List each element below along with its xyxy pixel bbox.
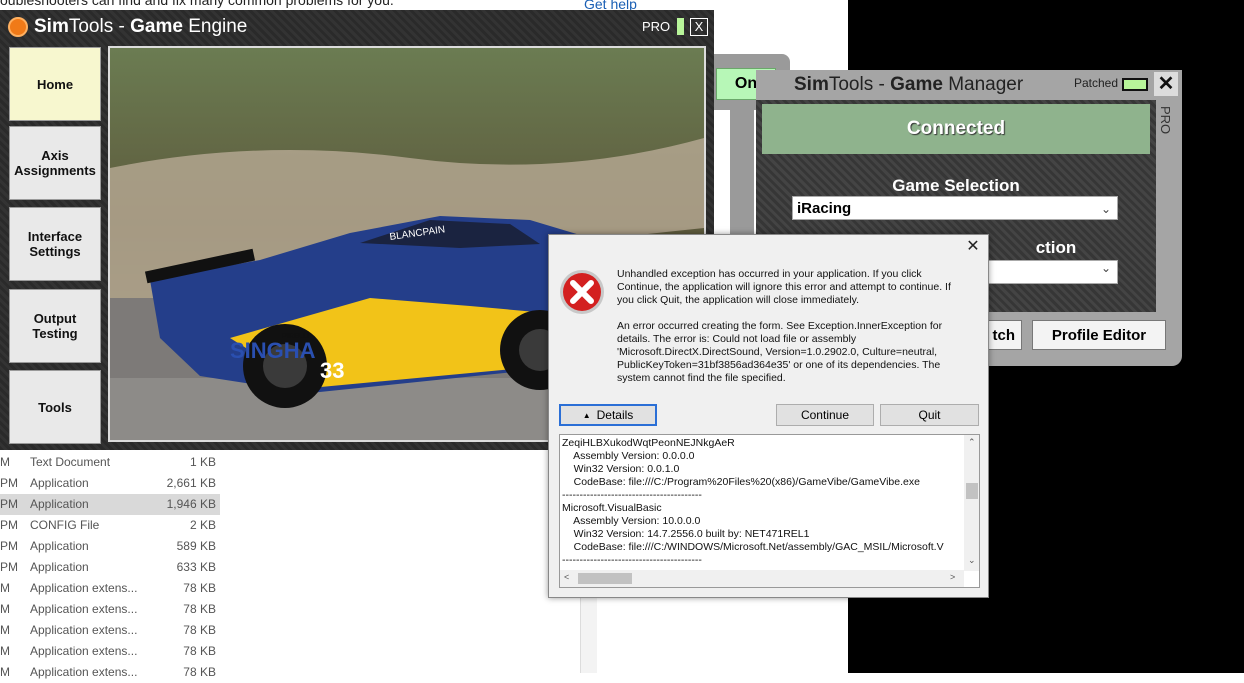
troubleshoot-text: oubleshooters can find and fix many comm… (0, 0, 394, 8)
photo-sponsor-text: SINGHA (230, 338, 316, 363)
caret-up-icon: ▲ (582, 410, 591, 420)
file-row[interactable]: PM Application 2,661 KB (0, 473, 220, 494)
file-size: 2 KB (189, 518, 216, 532)
file-type: Application (30, 539, 89, 553)
close-icon[interactable]: ✕ (1154, 72, 1178, 96)
file-time: M (0, 455, 10, 469)
game-manager-title: SimTools - Game Manager (794, 74, 1024, 95)
file-size: 633 KB (176, 560, 216, 574)
horizontal-scrollbar[interactable]: < > (560, 570, 964, 587)
file-type: Application extens... (30, 602, 138, 616)
file-type: Application (30, 476, 89, 490)
file-time: M (0, 665, 10, 679)
file-size: 78 KB (183, 665, 216, 679)
file-time: PM (0, 560, 18, 574)
file-row[interactable]: M Application extens... 78 KB (0, 620, 220, 641)
file-size: 78 KB (183, 623, 216, 637)
details-line: ---------------------------------------- (562, 554, 702, 566)
manager-stem (730, 110, 754, 240)
file-time: M (0, 581, 10, 595)
file-type: Application extens... (30, 665, 138, 679)
details-button[interactable]: ▲ Details (559, 404, 657, 426)
scroll-up-icon[interactable]: ⌃ (968, 437, 976, 448)
file-row[interactable]: M Application extens... 78 KB (0, 578, 220, 599)
scroll-left-icon[interactable]: < (564, 572, 569, 582)
file-time: PM (0, 476, 18, 490)
chevron-down-icon: ⌄ (1100, 261, 1111, 275)
photo-number-text: 33 (320, 358, 344, 383)
details-textbox[interactable]: ZeqiHLBXukodWqtPeonNEJNkgAeR Assembly Ve… (559, 434, 980, 588)
close-icon[interactable]: ✕ (963, 237, 983, 257)
file-size: 78 KB (183, 602, 216, 616)
file-row[interactable]: PM Application 589 KB (0, 536, 220, 557)
patched-label: Patched (1074, 76, 1119, 90)
file-time: M (0, 644, 10, 658)
file-row[interactable]: PM Application 1,946 KB (0, 494, 220, 515)
file-time: PM (0, 539, 18, 553)
file-size: 589 KB (176, 539, 216, 553)
output-testing-button[interactable]: Output Testing (9, 289, 101, 363)
details-line: ---------------------------------------- (562, 489, 702, 501)
details-line: Win32 Version: 0.0.1.0 (562, 463, 680, 475)
details-line: Microsoft.VisualBasic (562, 502, 662, 514)
file-size: 2,661 KB (166, 476, 216, 490)
game-select[interactable]: iRacing ⌄ (792, 196, 1118, 220)
file-type: Application (30, 560, 89, 574)
file-time: PM (0, 518, 18, 532)
scrollbar-thumb[interactable] (578, 573, 632, 584)
file-size: 78 KB (183, 644, 216, 658)
game-engine-title: SimTools - Game Engine (34, 16, 248, 37)
continue-button[interactable]: Continue (776, 404, 874, 426)
error-icon (559, 269, 605, 315)
scrollbar-thumb[interactable] (966, 483, 978, 499)
scroll-right-icon[interactable]: > (950, 572, 955, 582)
details-line: Assembly Version: 0.0.0.0 (562, 450, 695, 462)
file-size: 1 KB (189, 455, 216, 469)
exception-dialog: ✕ Unhandled exception has occurred in yo… (548, 234, 989, 598)
title-bar: SimTools - Game Engine PRO X (0, 10, 714, 44)
pro-side-label: PRO (1158, 106, 1173, 135)
profile-editor-button[interactable]: Profile Editor (1032, 320, 1166, 350)
details-line: Win32 Version: 14.7.2556.0 built by: NET… (562, 528, 810, 540)
file-time: PM (0, 497, 18, 511)
connected-status: Connected (762, 104, 1150, 154)
file-time: M (0, 623, 10, 637)
game-selection-label: Game Selection (892, 176, 1020, 195)
file-row[interactable]: M Application extens... 78 KB (0, 599, 220, 620)
file-row[interactable]: PM CONFIG File 2 KB (0, 515, 220, 536)
details-line: ZeqiHLBXukodWqtPeonNEJNkgAeR (562, 437, 735, 449)
scroll-down-icon[interactable]: ⌄ (968, 555, 976, 566)
photo-tyre-text: PIRELLI (282, 333, 309, 340)
interface-settings-button[interactable]: Interface Settings (9, 207, 101, 281)
file-type: Application (30, 497, 89, 511)
file-type: Application extens... (30, 623, 138, 637)
details-line: Assembly Version: 10.0.0.0 (562, 515, 701, 527)
file-row[interactable]: M Application extens... 78 KB (0, 641, 220, 662)
exception-details-message: An error occurred creating the form. See… (617, 320, 943, 384)
file-type: Application extens... (30, 581, 138, 595)
axis-assignments-button[interactable]: Axis Assignments (9, 126, 101, 200)
simtools-logo-icon (8, 17, 28, 37)
file-time: M (0, 602, 10, 616)
file-size: 1,946 KB (166, 497, 216, 511)
chevron-down-icon: ⌄ (1100, 202, 1111, 216)
file-type: CONFIG File (30, 518, 100, 532)
close-icon[interactable]: X (690, 18, 708, 36)
details-line: CodeBase: file:///C:/Program%20Files%20(… (562, 476, 920, 488)
file-type: Application extens... (30, 644, 138, 658)
file-size: 78 KB (183, 581, 216, 595)
exception-message: Unhandled exception has occurred in your… (617, 268, 951, 306)
home-button[interactable]: Home (9, 47, 101, 121)
file-row[interactable]: M Text Document 1 KB (0, 452, 220, 473)
file-type: Text Document (30, 455, 111, 469)
tools-button[interactable]: Tools (9, 370, 101, 444)
pro-label: PRO (642, 19, 671, 34)
vertical-scrollbar[interactable]: ⌃ ⌄ (964, 435, 979, 571)
patched-indicator (1122, 78, 1148, 91)
file-row[interactable]: PM Application 633 KB (0, 557, 220, 578)
pro-indicator (677, 18, 684, 35)
details-text: ZeqiHLBXukodWqtPeonNEJNkgAeR Assembly Ve… (562, 437, 944, 567)
quit-button[interactable]: Quit (880, 404, 979, 426)
details-line: CodeBase: file:///C:/WINDOWS/Microsoft.N… (562, 541, 944, 553)
